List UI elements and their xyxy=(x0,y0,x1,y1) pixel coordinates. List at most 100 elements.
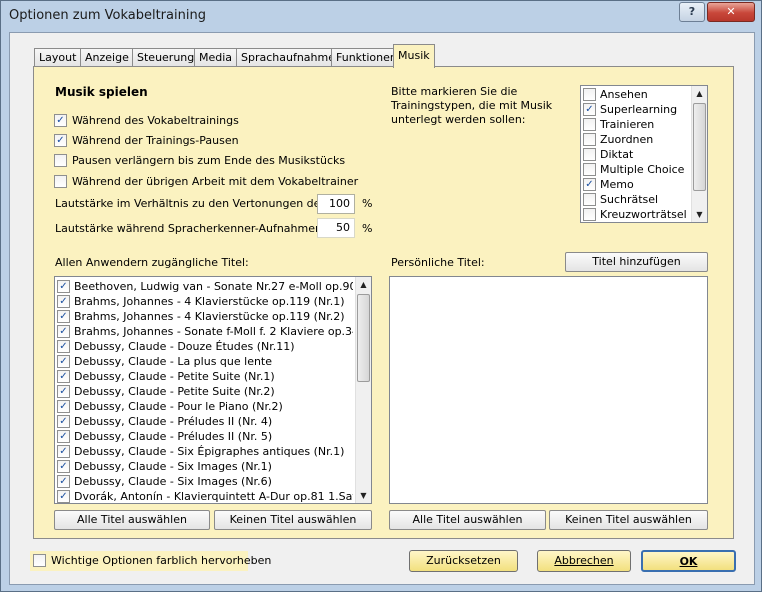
scrollbar[interactable]: ▲ ▼ xyxy=(355,277,371,503)
item-checkbox[interactable] xyxy=(583,193,596,206)
list-item[interactable]: ✓ Debussy, Claude - Six Épigraphes antiqu… xyxy=(57,444,353,459)
list-item[interactable]: ✓ Debussy, Claude - La plus que lente xyxy=(57,354,353,369)
scroll-thumb[interactable] xyxy=(357,294,370,382)
item-label: Debussy, Claude - Petite Suite (Nr.2) xyxy=(74,385,275,398)
item-checkbox[interactable]: ✓ xyxy=(57,325,70,338)
training-prompt-line: Bitte markieren Sie die xyxy=(391,85,518,98)
tab-funktionen[interactable]: Funktionen xyxy=(331,48,402,67)
list-item[interactable]: ✓ Brahms, Johannes - Sonate f-Moll f. 2 K… xyxy=(57,324,353,339)
scroll-down-icon[interactable]: ▼ xyxy=(356,488,371,503)
item-checkbox[interactable]: ✓ xyxy=(57,355,70,368)
tab-sprachaufnahme[interactable]: Sprachaufnahme xyxy=(236,48,340,67)
item-label: Zuordnen xyxy=(600,133,654,146)
item-checkbox[interactable]: ✓ xyxy=(57,370,70,383)
item-label: Multiple Choice xyxy=(600,163,685,176)
item-checkbox[interactable]: ✓ xyxy=(583,103,596,116)
tab-media[interactable]: Media xyxy=(194,48,238,67)
item-checkbox[interactable] xyxy=(583,118,596,131)
list-item[interactable]: ✓ Debussy, Claude - Préludes II (Nr. 5) xyxy=(57,429,353,444)
item-label: Debussy, Claude - Six Images (Nr.6) xyxy=(74,475,272,488)
option-checkbox[interactable] xyxy=(54,154,67,167)
personal-titles-list[interactable] xyxy=(389,276,708,504)
list-item[interactable]: ✓ Debussy, Claude - Pour le Piano (Nr.2) xyxy=(57,399,353,414)
item-label: Superlearning xyxy=(600,103,678,116)
list-item[interactable]: ✓ Debussy, Claude - Petite Suite (Nr.1) xyxy=(57,369,353,384)
close-button[interactable]: ✕ xyxy=(707,2,755,22)
scroll-up-icon[interactable]: ▲ xyxy=(692,86,707,101)
item-checkbox[interactable] xyxy=(583,133,596,146)
item-label: Debussy, Claude - Six Épigraphes antique… xyxy=(74,445,345,458)
list-item[interactable]: ✓ Debussy, Claude - Six Images (Nr.6) xyxy=(57,474,353,489)
list-item[interactable]: ✓ Debussy, Claude - Douze Études (Nr.11) xyxy=(57,339,353,354)
item-checkbox[interactable]: ✓ xyxy=(57,415,70,428)
item-checkbox[interactable] xyxy=(583,88,596,101)
cancel-button[interactable]: Abbrechen xyxy=(537,550,631,572)
list-item[interactable]: ✓ Debussy, Claude - Six Images (Nr.1) xyxy=(57,459,353,474)
tab-steuerung[interactable]: Steuerung xyxy=(132,48,200,67)
option-checkbox[interactable]: ✓ xyxy=(54,134,67,147)
training-prompt: Bitte markieren Sie die Trainingstypen, … xyxy=(391,85,552,127)
item-checkbox[interactable] xyxy=(583,208,596,221)
ok-button[interactable]: OK xyxy=(641,550,736,572)
volume-speech-input[interactable]: 50 xyxy=(317,218,355,238)
item-checkbox[interactable]: ✓ xyxy=(57,340,70,353)
select-none-public-button[interactable]: Keinen Titel auswählen xyxy=(214,510,372,530)
select-all-personal-button[interactable]: Alle Titel auswählen xyxy=(389,510,546,530)
item-label: Debussy, Claude - Pour le Piano (Nr.2) xyxy=(74,400,283,413)
item-checkbox[interactable]: ✓ xyxy=(57,385,70,398)
reset-button[interactable]: Zurücksetzen xyxy=(409,550,518,572)
item-checkbox[interactable] xyxy=(583,148,596,161)
item-checkbox[interactable]: ✓ xyxy=(57,460,70,473)
item-checkbox[interactable]: ✓ xyxy=(57,475,70,488)
item-checkbox[interactable]: ✓ xyxy=(57,295,70,308)
item-label: Brahms, Johannes - 4 Klavierstücke op.11… xyxy=(74,295,345,308)
item-checkbox[interactable]: ✓ xyxy=(57,430,70,443)
add-title-button[interactable]: Titel hinzufügen xyxy=(565,252,708,272)
select-none-personal-button[interactable]: Keinen Titel auswählen xyxy=(549,510,708,530)
item-checkbox[interactable]: ✓ xyxy=(57,310,70,323)
option-label: Während des Vokabeltrainings xyxy=(72,114,239,127)
item-checkbox[interactable]: ✓ xyxy=(57,490,70,503)
item-checkbox[interactable] xyxy=(583,163,596,176)
item-label: Suchrätsel xyxy=(600,193,659,206)
item-label: Ansehen xyxy=(600,88,648,101)
item-checkbox[interactable]: ✓ xyxy=(57,445,70,458)
tab-layout[interactable]: Layout xyxy=(34,48,82,67)
item-label: Debussy, Claude - La plus que lente xyxy=(74,355,273,368)
tab-anzeige[interactable]: Anzeige xyxy=(80,48,134,67)
window-title: Optionen zum Vokabeltraining xyxy=(9,8,206,23)
volume-ratio-input[interactable]: 100 xyxy=(317,194,355,214)
help-button[interactable]: ? xyxy=(679,2,705,22)
training-types-list[interactable]: Ansehen ✓ Superlearning Trainieren Zuordn… xyxy=(580,85,708,223)
highlight-label: Wichtige Optionen farblich hervorheben xyxy=(51,554,272,567)
tab-musik[interactable]: Musik xyxy=(393,44,435,68)
scrollbar[interactable]: ▲ ▼ xyxy=(691,86,707,222)
select-all-public-button[interactable]: Alle Titel auswählen xyxy=(54,510,210,530)
item-checkbox[interactable]: ✓ xyxy=(57,280,70,293)
list-item[interactable]: ✓ Brahms, Johannes - 4 Klavierstücke op.1… xyxy=(57,294,353,309)
list-item[interactable]: ✓ Brahms, Johannes - 4 Klavierstücke op.1… xyxy=(57,309,353,324)
public-titles-list[interactable]: ✓ Beethoven, Ludwig van - Sonate Nr.27 e-… xyxy=(54,276,372,504)
scroll-up-icon[interactable]: ▲ xyxy=(356,277,371,292)
item-checkbox[interactable]: ✓ xyxy=(583,178,596,191)
highlight-option-row[interactable]: Wichtige Optionen farblich hervorheben xyxy=(30,551,271,571)
list-item[interactable]: ✓ Debussy, Claude - Préludes II (Nr. 4) xyxy=(57,414,353,429)
list-item[interactable]: ✓ Dvorák, Antonín - Klavierquintett A-Dur… xyxy=(57,489,353,503)
option-label: Während der übrigen Arbeit mit dem Vokab… xyxy=(72,175,359,188)
highlight-checkbox[interactable] xyxy=(33,554,46,567)
item-label: Debussy, Claude - Préludes II (Nr. 5) xyxy=(74,430,273,443)
list-item[interactable]: ✓ Debussy, Claude - Petite Suite (Nr.2) xyxy=(57,384,353,399)
cancel-label: Abbrechen xyxy=(554,554,614,567)
volume-speech-label: Lautstärke während Spracherkenner-Aufnah… xyxy=(55,222,326,235)
percent-label: % xyxy=(362,222,373,235)
training-prompt-line: Trainingstypen, die mit Musik xyxy=(391,99,553,112)
option-checkbox[interactable]: ✓ xyxy=(54,114,67,127)
training-prompt-line: unterlegt werden sollen: xyxy=(391,113,526,126)
item-label: Memo xyxy=(600,178,634,191)
list-item[interactable]: ✓ Beethoven, Ludwig van - Sonate Nr.27 e-… xyxy=(57,279,353,294)
item-checkbox[interactable]: ✓ xyxy=(57,400,70,413)
item-label: Debussy, Claude - Six Images (Nr.1) xyxy=(74,460,272,473)
scroll-down-icon[interactable]: ▼ xyxy=(692,207,707,222)
scroll-thumb[interactable] xyxy=(693,103,706,191)
option-checkbox[interactable] xyxy=(54,175,67,188)
